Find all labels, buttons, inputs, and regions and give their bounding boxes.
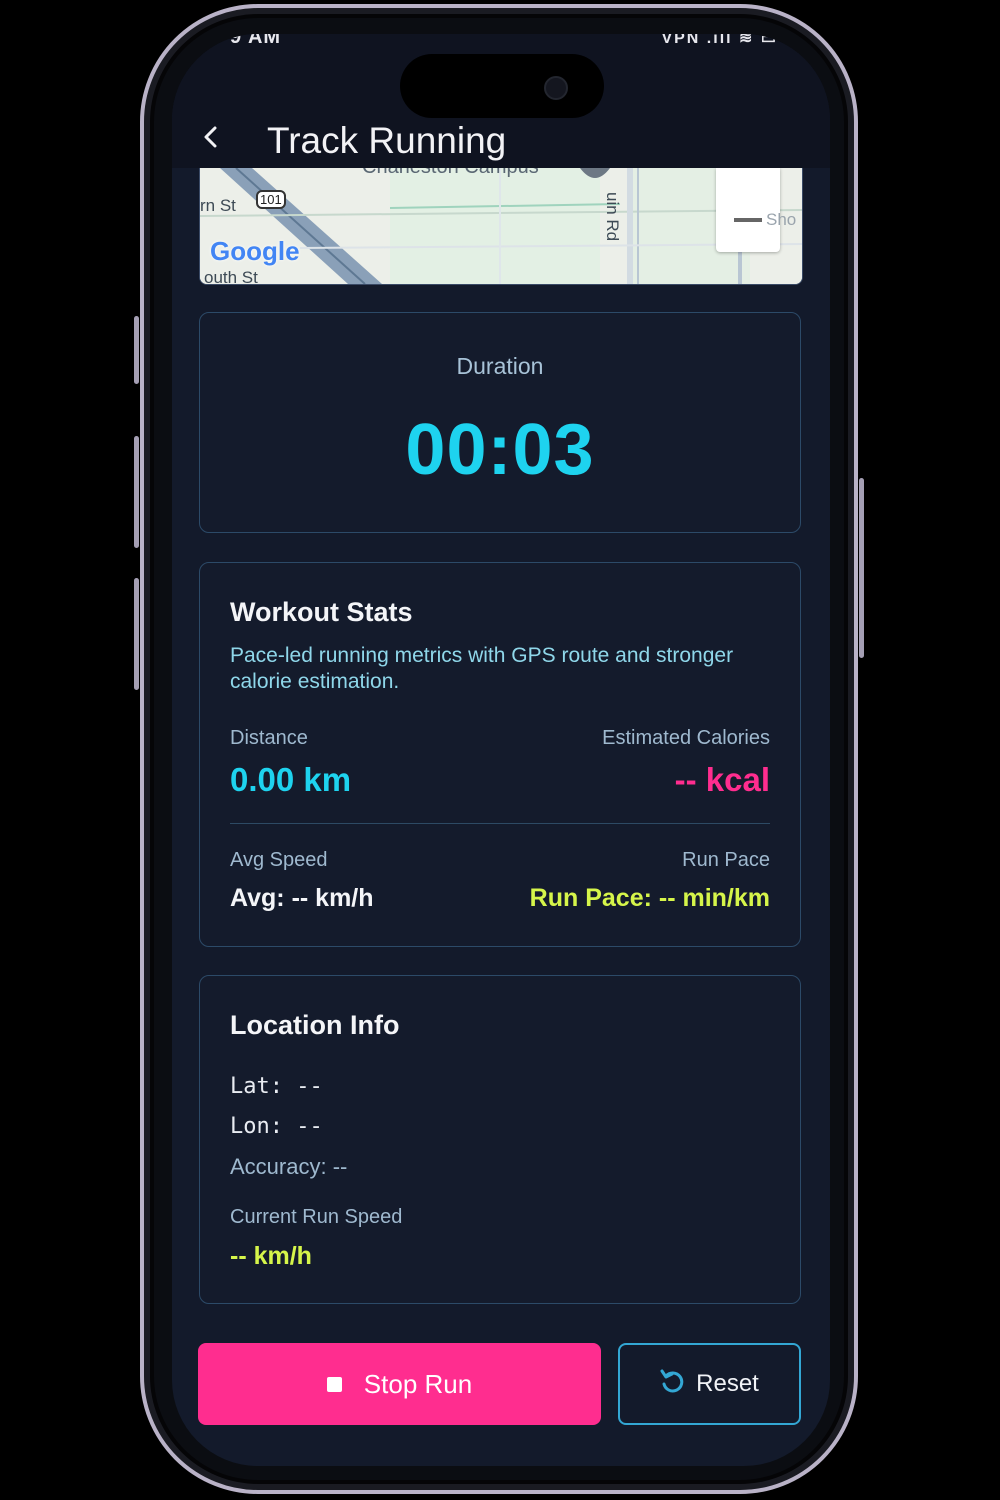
- back-arrow-icon[interactable]: [202, 126, 220, 148]
- side-button-volume-up: [134, 436, 139, 548]
- duration-label: Duration: [456, 353, 544, 379]
- run-pace-label: Run Pace: [682, 849, 770, 871]
- distance-label: Distance: [230, 727, 308, 749]
- current-speed-value: -- km/h: [230, 1242, 312, 1270]
- current-speed-label: Current Run Speed: [230, 1206, 403, 1228]
- status-time: 9 AM: [230, 34, 282, 48]
- reset-label: Reset: [696, 1370, 759, 1397]
- calories-label: Estimated Calories: [602, 727, 770, 749]
- map-label-show: Sho: [766, 210, 797, 229]
- status-icons: VPN .ıll ≋ ▭: [661, 34, 778, 47]
- camera-icon: [544, 76, 568, 100]
- avg-speed-value: Avg: -- km/h: [230, 884, 374, 912]
- longitude-text: Lon: --: [230, 1114, 323, 1139]
- route-map[interactable]: Charleston Campus rn St 101 uin Rd outh …: [199, 168, 803, 285]
- zoom-out-icon[interactable]: [734, 218, 762, 222]
- duration-value: 00:03: [405, 410, 595, 490]
- side-button-action: [134, 316, 139, 384]
- page-title: Track Running: [267, 120, 507, 161]
- workout-stats-description: Pace-led running metrics with GPS route …: [230, 644, 734, 693]
- side-button-volume-down: [134, 578, 139, 690]
- stop-run-label: Stop Run: [363, 1368, 473, 1399]
- location-info-title: Location Info: [230, 1010, 400, 1040]
- stop-icon: [326, 1376, 342, 1392]
- reset-button[interactable]: Reset: [618, 1343, 801, 1425]
- map-label-campus: Charleston Campus: [362, 168, 539, 179]
- side-button-power: [859, 478, 864, 658]
- map-label-road: uin Rd: [603, 192, 622, 242]
- screen: 9 AM VPN .ıll ≋ ▭ Track Running Charlest…: [172, 34, 830, 1466]
- accuracy-text: Accuracy: --: [230, 1154, 348, 1179]
- run-pace-value: Run Pace: -- min/km: [529, 884, 770, 912]
- google-logo: Google: [210, 236, 300, 266]
- reset-icon: [660, 1368, 684, 1401]
- duration-card: Duration 00:03: [199, 312, 801, 533]
- avg-speed-label: Avg Speed: [230, 849, 328, 871]
- location-info-card: Location Info Lat: -- Lon: -- Accuracy: …: [199, 975, 801, 1304]
- latitude-text: Lat: --: [230, 1074, 323, 1099]
- map-route-shield: 101: [256, 190, 286, 209]
- distance-value: 0.00 km: [230, 761, 352, 798]
- stop-run-button[interactable]: Stop Run: [198, 1343, 601, 1425]
- dynamic-island: [400, 54, 604, 118]
- stats-divider: [230, 823, 770, 824]
- map-label-street: rn St: [200, 196, 236, 215]
- workout-stats-title: Workout Stats: [230, 597, 413, 627]
- workout-stats-card: Workout Stats Pace-led running metrics w…: [199, 562, 801, 947]
- map-label-south: outh St: [204, 268, 258, 285]
- calories-value: -- kcal: [674, 761, 770, 798]
